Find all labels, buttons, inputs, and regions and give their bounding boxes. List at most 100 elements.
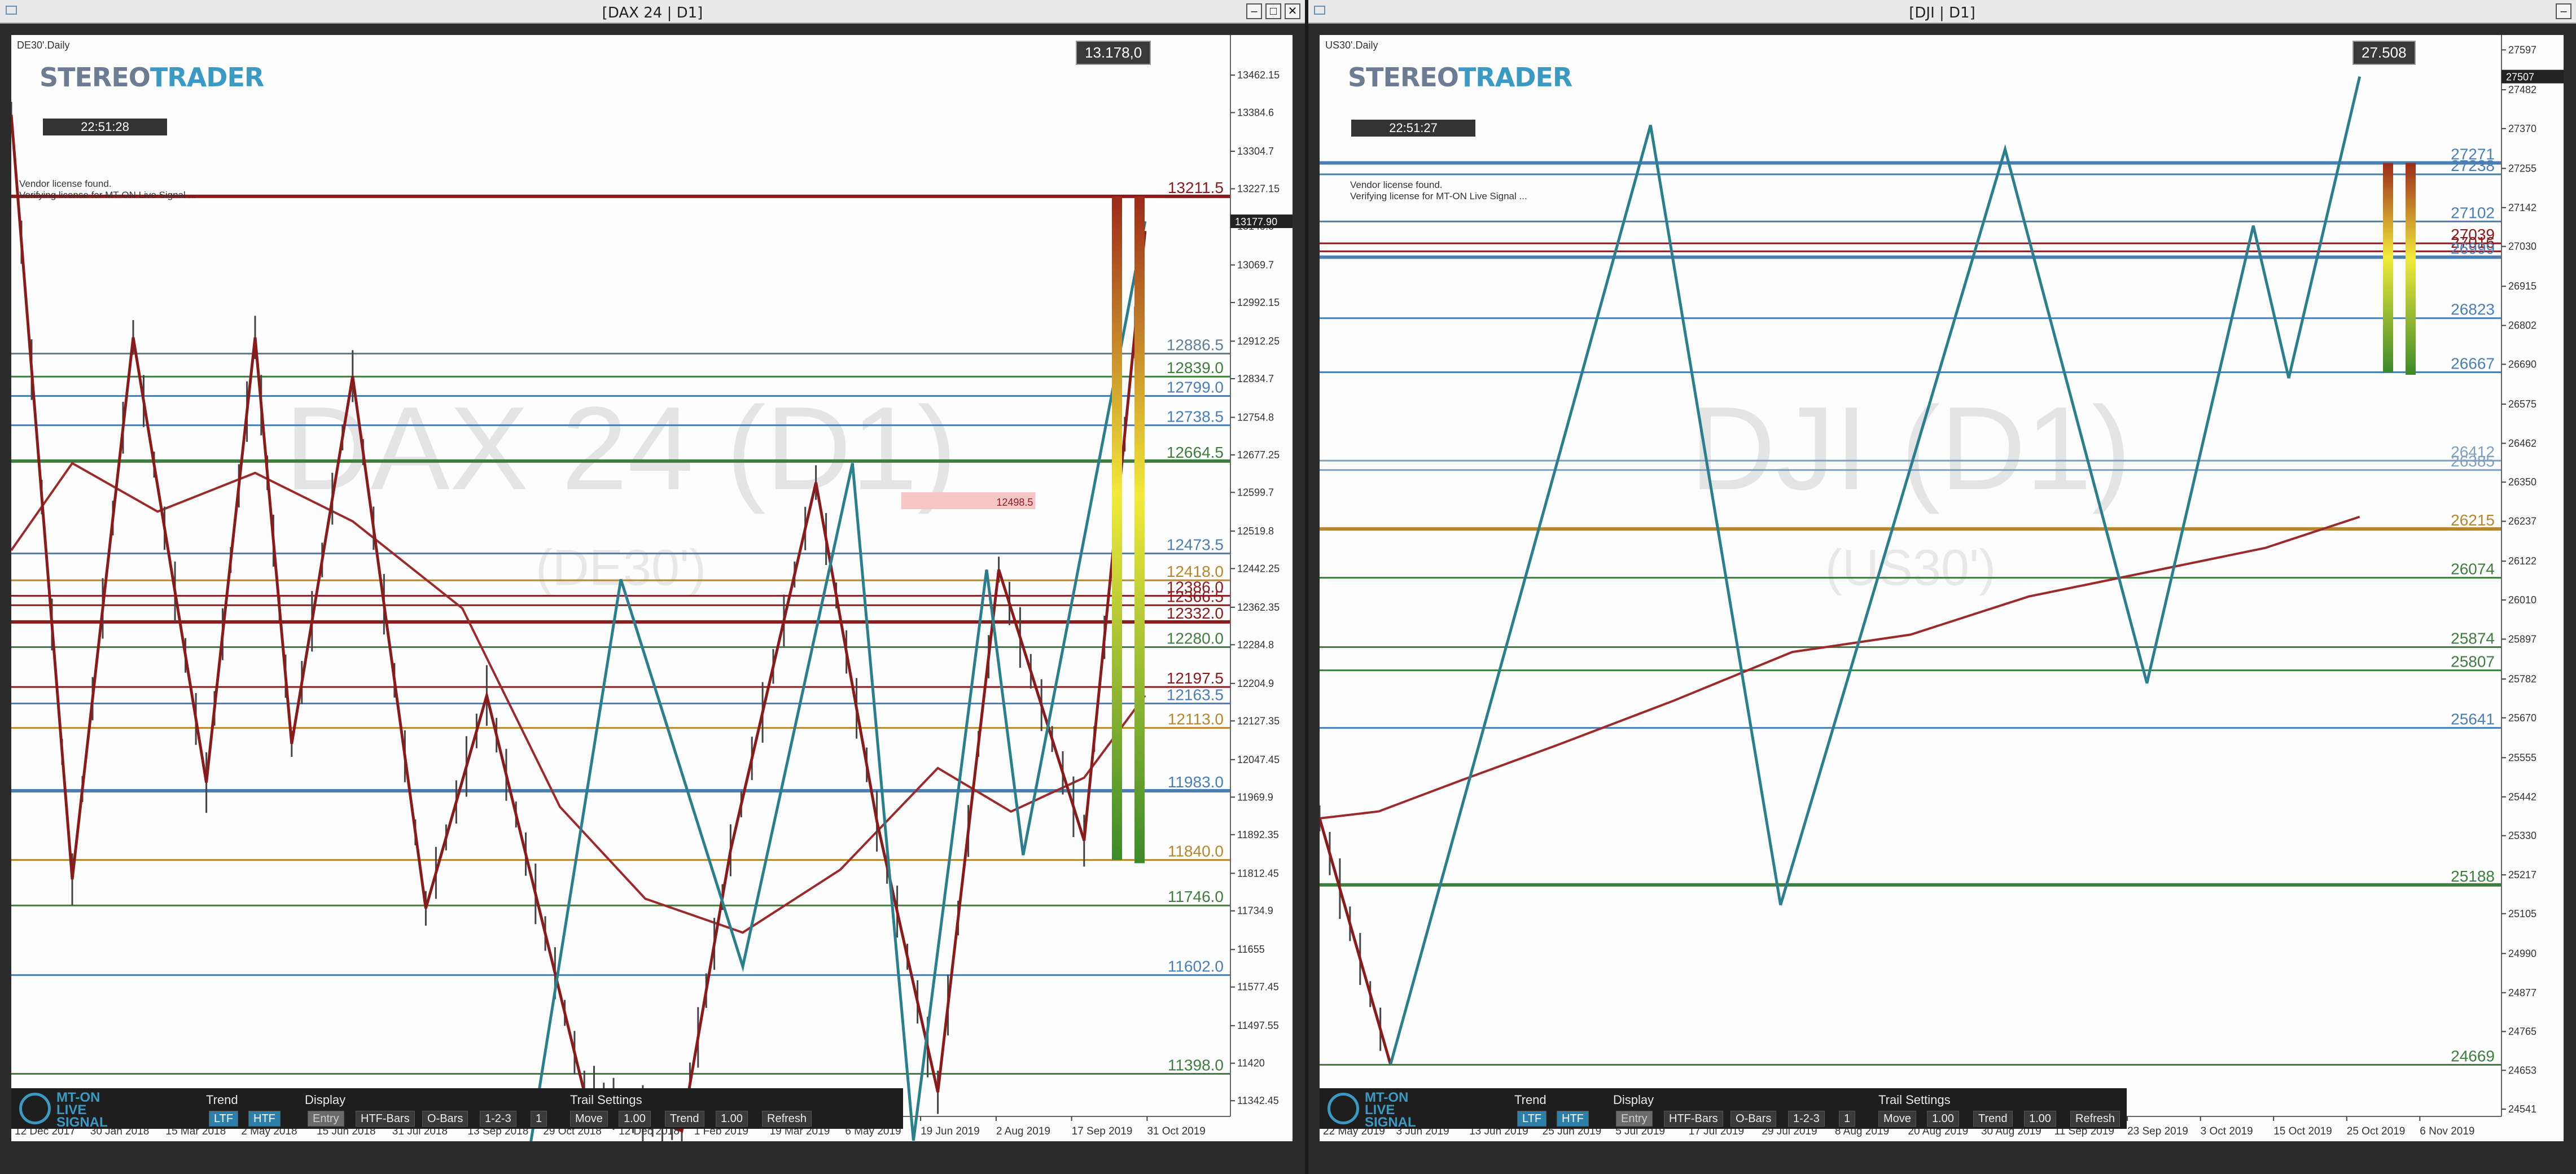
- display-123-button[interactable]: 1-2-3: [1788, 1111, 1825, 1127]
- dji-chart-window: [DJI | D1] – DJI (D1) (US30') 27271 27238 27…: [1308, 0, 2576, 1174]
- refresh-button[interactable]: Refresh: [762, 1111, 812, 1127]
- y-tick-label: 13384.6: [1237, 107, 1274, 119]
- refresh-button[interactable]: Refresh: [2070, 1111, 2121, 1127]
- dji-chart-area[interactable]: DJI (D1) (US30') 27271 27238 27102 27039 27016…: [1320, 35, 2564, 1141]
- display-entry-button[interactable]: Entry: [1616, 1111, 1653, 1127]
- display-htf-bars-button[interactable]: HTF-Bars: [1664, 1111, 1723, 1127]
- y-tick-label: 25105: [2508, 908, 2536, 919]
- x-tick-label: 2 Aug 2019: [996, 1125, 1050, 1137]
- level-label: 12197.5: [1167, 669, 1224, 687]
- dax-chart-window: [DAX 24 | D1] – □ ✕ DAX 24 (D1) (DE30') 12…: [0, 0, 1305, 1174]
- y-tick-label: 24765: [2508, 1026, 2536, 1037]
- dji-chart-symbol: US30'.Daily: [1325, 40, 1378, 51]
- dji-window-title: [DJI | D1]: [1909, 5, 1975, 21]
- signal-bar: [1134, 196, 1145, 864]
- trail-move-button[interactable]: Move: [1878, 1111, 1916, 1127]
- dax-chart-area[interactable]: DAX 24 (D1) (DE30') 12498.5 13211.5 12886.5 1…: [11, 35, 1293, 1141]
- x-tick-label: 17 Sep 2019: [1072, 1125, 1133, 1137]
- dax-chart[interactable]: DAX 24 (D1)(DE30')12498.513211.512886.51…: [11, 35, 1293, 1141]
- dax-license-line-2: Verifying license for MT-ON Live Signal …: [19, 190, 196, 200]
- level-label: 12738.5: [1167, 408, 1224, 425]
- level-label: 25874: [2451, 630, 2495, 647]
- close-button[interactable]: ✕: [1285, 3, 1300, 19]
- trend-ltf-button[interactable]: LTF: [209, 1111, 239, 1127]
- trail-trend-button[interactable]: Trend: [1973, 1111, 2013, 1127]
- level-label: 25188: [2451, 868, 2495, 885]
- price-axis-bg: [1230, 35, 1293, 1141]
- dax-title-bar[interactable]: [DAX 24 | D1] – □ ✕: [0, 0, 1305, 24]
- trail-move-button[interactable]: Move: [570, 1111, 608, 1127]
- level-label: 12886.5: [1167, 336, 1224, 354]
- x-tick-label: 31 Oct 2019: [1147, 1125, 1206, 1137]
- y-tick-label: 11892.35: [1237, 829, 1279, 840]
- trail-trend-value[interactable]: 1.00: [2024, 1111, 2056, 1127]
- display-123-button[interactable]: 1-2-3: [480, 1111, 516, 1127]
- y-tick-label: 27597: [2508, 44, 2536, 55]
- y-tick-label: 26690: [2508, 358, 2536, 370]
- y-tick-label: 27255: [2508, 163, 2536, 174]
- display-count-button[interactable]: 1: [1839, 1111, 1856, 1127]
- x-tick-label: 23 Sep 2019: [2127, 1125, 2188, 1137]
- current-price-label: 13177.90: [1235, 216, 1277, 227]
- display-o-bars-button[interactable]: O-Bars: [422, 1111, 468, 1127]
- y-tick-label: 11577.45: [1237, 982, 1279, 993]
- level-label: 26215: [2451, 511, 2495, 529]
- y-tick-label: 13227.15: [1237, 183, 1280, 194]
- trend-label: Trend: [1514, 1093, 1547, 1107]
- y-tick-label: 11655: [1237, 944, 1265, 955]
- y-tick-label: 11969.9: [1237, 791, 1273, 803]
- y-tick-label: 27482: [2508, 84, 2536, 95]
- y-tick-label: 25217: [2508, 869, 2536, 880]
- y-tick-label: 26575: [2508, 398, 2536, 410]
- trail-trend-button[interactable]: Trend: [665, 1111, 704, 1127]
- trail-move-value[interactable]: 1.00: [619, 1111, 651, 1127]
- minimize-button[interactable]: –: [1246, 3, 1262, 19]
- display-htf-bars-button[interactable]: HTF-Bars: [356, 1111, 415, 1127]
- y-tick-label: 11342.45: [1237, 1095, 1279, 1106]
- level-label: 26999: [2451, 240, 2495, 257]
- trail-trend-value[interactable]: 1.00: [716, 1111, 748, 1127]
- y-tick-label: 24653: [2508, 1065, 2536, 1076]
- trend-htf-button[interactable]: HTF: [1557, 1111, 1589, 1127]
- signal-bar: [2383, 163, 2393, 373]
- y-tick-label: 12204.9: [1237, 678, 1274, 689]
- y-tick-label: 26350: [2508, 476, 2536, 488]
- level-label: 12163.5: [1167, 686, 1224, 703]
- mt-on-logo-icon: [1328, 1093, 1359, 1124]
- display-o-bars-button[interactable]: O-Bars: [1731, 1111, 1777, 1127]
- minimize-button[interactable]: –: [2556, 3, 2571, 19]
- level-label: 11602.0: [1168, 958, 1224, 975]
- y-tick-label: 27370: [2508, 123, 2536, 134]
- y-tick-label: 25782: [2508, 673, 2536, 685]
- dji-price-box[interactable]: 27.508: [2352, 41, 2416, 65]
- y-tick-label: 12519.8: [1237, 525, 1274, 537]
- dji-mt-on-panel: MT-ON LIVE SIGNAL Trend LTF HTF Display En…: [1320, 1088, 2127, 1129]
- y-tick-label: 25442: [2508, 791, 2536, 803]
- dji-license-line-1: Vendor license found.: [1350, 179, 1443, 190]
- level-label: 26823: [2451, 301, 2495, 318]
- y-tick-label: 12599.7: [1237, 487, 1274, 498]
- dji-server-clock: 22:51:27: [1351, 120, 1475, 137]
- dax-server-clock: 22:51:28: [43, 119, 167, 135]
- level-label: 12839.0: [1167, 359, 1224, 376]
- y-tick-label: 12362.35: [1237, 602, 1280, 613]
- trail-settings-label: Trail Settings: [570, 1093, 642, 1107]
- y-tick-label: 11420: [1237, 1058, 1265, 1069]
- display-count-button[interactable]: 1: [531, 1111, 547, 1127]
- moving-average-line: [11, 462, 1146, 934]
- maximize-button[interactable]: □: [1265, 3, 1281, 19]
- dji-title-bar[interactable]: [DJI | D1] –: [1308, 0, 2576, 24]
- trend-ltf-button[interactable]: LTF: [1517, 1111, 1547, 1127]
- trend-htf-button[interactable]: HTF: [248, 1111, 281, 1127]
- trail-move-value[interactable]: 1.00: [1927, 1111, 1959, 1127]
- y-tick-label: 25670: [2508, 712, 2536, 724]
- y-tick-label: 12834.7: [1237, 373, 1274, 384]
- y-tick-label: 27030: [2508, 241, 2536, 252]
- display-entry-button[interactable]: Entry: [308, 1111, 344, 1127]
- level-label: 12366.5: [1167, 588, 1224, 605]
- y-tick-label: 27142: [2508, 202, 2536, 213]
- level-label: 12280.0: [1167, 629, 1224, 647]
- y-tick-label: 26122: [2508, 555, 2536, 567]
- chart-watermark-symbol: (US30'): [1825, 540, 1996, 597]
- dax-price-box[interactable]: 13.178,0: [1076, 41, 1151, 65]
